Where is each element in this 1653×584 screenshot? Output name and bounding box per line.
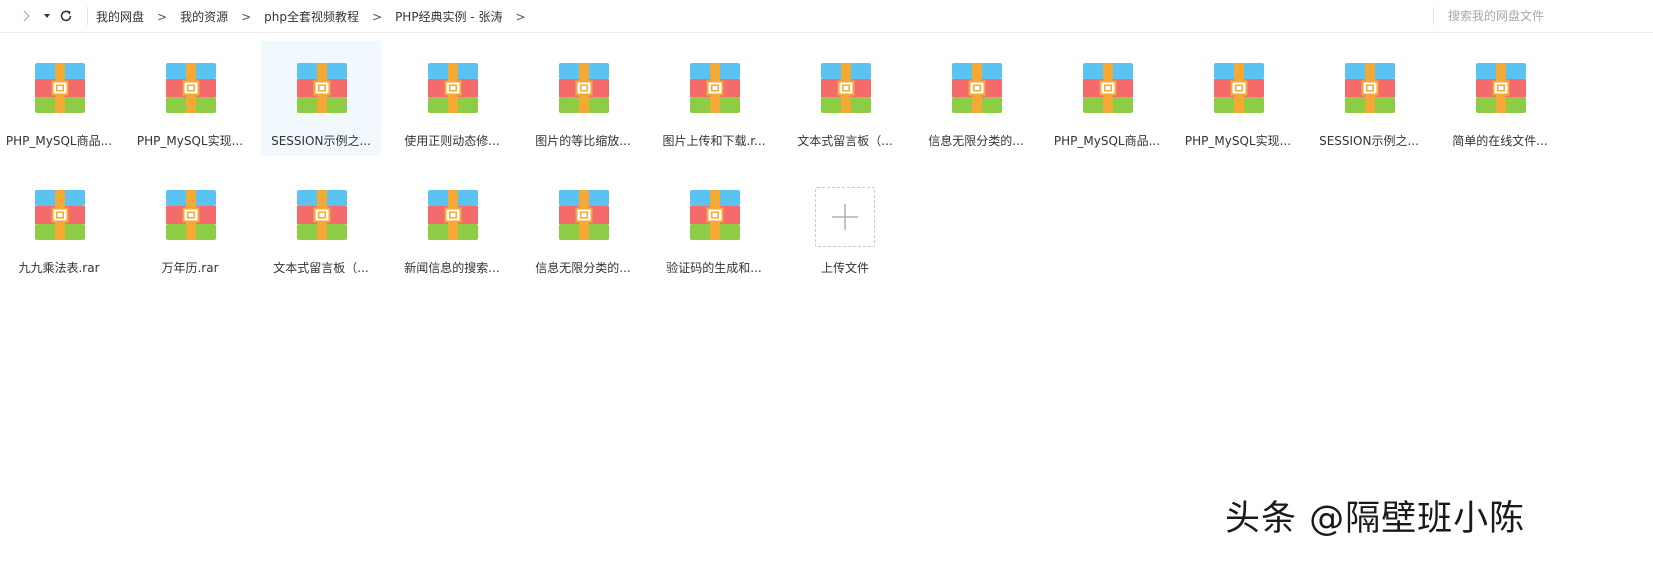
file-item[interactable]: 简单的在线文件...	[1440, 41, 1560, 156]
file-name: 信息无限分类的...	[535, 261, 631, 275]
breadcrumb-separator[interactable]: >	[516, 10, 526, 24]
rar-archive-icon	[559, 63, 609, 113]
rar-archive-icon	[297, 190, 347, 240]
rar-archive-icon	[428, 190, 478, 240]
caret-down-icon	[44, 14, 50, 18]
rar-archive-icon	[1214, 63, 1264, 113]
top-toolbar: 我的网盘 > 我的资源 > php全套视频教程 > PHP经典实例 - 张涛 >	[0, 0, 1653, 33]
watermark-text: 头条 @隔壁班小陈	[1225, 499, 1526, 539]
file-name: 简单的在线文件...	[1452, 134, 1548, 148]
rar-archive-icon	[690, 63, 740, 113]
history-dropdown-button[interactable]	[39, 8, 55, 24]
file-name: 图片的等比缩放...	[535, 134, 631, 148]
file-name: SESSION示例之...	[271, 134, 371, 148]
file-item[interactable]: 信息无限分类的...	[523, 168, 643, 283]
breadcrumb-separator: >	[157, 9, 168, 24]
file-item[interactable]: PHP_MySQL实现...	[1178, 41, 1298, 156]
rar-archive-icon	[1345, 63, 1395, 113]
rar-archive-icon	[35, 190, 85, 240]
rar-archive-icon	[428, 190, 478, 240]
file-name: 信息无限分类的...	[928, 134, 1024, 148]
rar-archive-icon	[297, 63, 347, 113]
file-name: 万年历.rar	[161, 261, 219, 275]
rar-archive-icon	[1476, 63, 1526, 113]
breadcrumb: 我的网盘 > 我的资源 > php全套视频教程 > PHP经典实例 - 张涛 >	[96, 0, 539, 33]
rar-archive-icon	[559, 190, 609, 240]
rar-archive-icon	[1214, 63, 1264, 113]
rar-archive-icon	[821, 63, 871, 113]
file-item[interactable]: 九九乘法表.rar	[0, 168, 119, 283]
refresh-button[interactable]	[58, 8, 74, 24]
rar-archive-icon	[690, 190, 740, 240]
file-name: PHP_MySQL实现...	[1184, 134, 1292, 148]
file-item[interactable]: 图片的等比缩放...	[523, 41, 643, 156]
file-name: PHP_MySQL实现...	[136, 134, 244, 148]
file-name: 验证码的生成和...	[666, 261, 762, 275]
file-name: SESSION示例之...	[1319, 134, 1419, 148]
rar-archive-icon	[166, 63, 216, 113]
rar-archive-icon	[690, 63, 740, 113]
file-item[interactable]: 使用正则动态修...	[392, 41, 512, 156]
search-divider	[1433, 7, 1434, 25]
rar-archive-icon	[428, 63, 478, 113]
breadcrumb-item-my-drive[interactable]: 我的网盘	[96, 8, 144, 25]
file-name: 九九乘法表.rar	[18, 261, 100, 275]
breadcrumb-item-current-folder[interactable]: PHP经典实例 - 张涛	[395, 8, 502, 25]
rar-archive-icon	[952, 63, 1002, 113]
rar-archive-icon	[952, 63, 1002, 113]
file-item[interactable]: 验证码的生成和...	[654, 168, 774, 283]
rar-archive-icon	[1083, 63, 1133, 113]
breadcrumb-separator: >	[241, 9, 252, 24]
rar-archive-icon	[1345, 63, 1395, 113]
rar-archive-icon	[166, 190, 216, 240]
search-input[interactable]	[1444, 6, 1652, 26]
file-item[interactable]: SESSION示例之...	[261, 41, 381, 156]
file-item[interactable]: SESSION示例之...	[1309, 41, 1429, 156]
rar-archive-icon	[297, 63, 347, 113]
breadcrumb-separator: >	[372, 9, 383, 24]
upload-dropzone[interactable]	[815, 187, 875, 247]
rar-archive-icon	[1476, 63, 1526, 113]
file-name: 文本式留言板（...	[797, 134, 893, 148]
file-name: 文本式留言板（...	[273, 261, 369, 275]
rar-archive-icon	[35, 63, 85, 113]
rar-archive-icon	[690, 190, 740, 240]
file-item[interactable]: 图片上传和下载.r...	[654, 41, 774, 156]
file-item[interactable]: PHP_MySQL实现...	[130, 41, 250, 156]
file-name: PHP_MySQL商品...	[1053, 134, 1161, 148]
file-item[interactable]: 文本式留言板（...	[785, 41, 905, 156]
rar-archive-icon	[559, 190, 609, 240]
file-name: 图片上传和下载.r...	[662, 134, 766, 148]
file-item[interactable]: 万年历.rar	[130, 168, 250, 283]
breadcrumb-item-php-tutorials[interactable]: php全套视频教程	[264, 8, 359, 25]
toolbar-divider	[87, 7, 88, 25]
file-item[interactable]: PHP_MySQL商品...	[1047, 41, 1167, 156]
plus-icon	[832, 204, 858, 230]
rar-archive-icon	[35, 190, 85, 240]
upload-file-button[interactable]: 上传文件	[785, 168, 905, 283]
rar-archive-icon	[821, 63, 871, 113]
forward-button[interactable]	[18, 8, 34, 24]
chevron-right-icon	[23, 10, 30, 22]
file-item[interactable]: PHP_MySQL商品...	[0, 41, 119, 156]
rar-archive-icon	[166, 63, 216, 113]
file-name: 使用正则动态修...	[404, 134, 500, 148]
rar-archive-icon	[428, 63, 478, 113]
rar-archive-icon	[35, 63, 85, 113]
upload-label: 上传文件	[820, 261, 869, 275]
breadcrumb-item-my-resources[interactable]: 我的资源	[180, 8, 228, 25]
file-item[interactable]: 信息无限分类的...	[916, 41, 1036, 156]
rar-archive-icon	[297, 190, 347, 240]
rar-archive-icon	[559, 63, 609, 113]
file-name: PHP_MySQL商品...	[5, 134, 113, 148]
refresh-icon	[60, 10, 72, 22]
file-item[interactable]: 新闻信息的搜索...	[392, 168, 512, 283]
rar-archive-icon	[1083, 63, 1133, 113]
file-name: 新闻信息的搜索...	[404, 261, 500, 275]
rar-archive-icon	[166, 190, 216, 240]
file-item[interactable]: 文本式留言板（...	[261, 168, 381, 283]
